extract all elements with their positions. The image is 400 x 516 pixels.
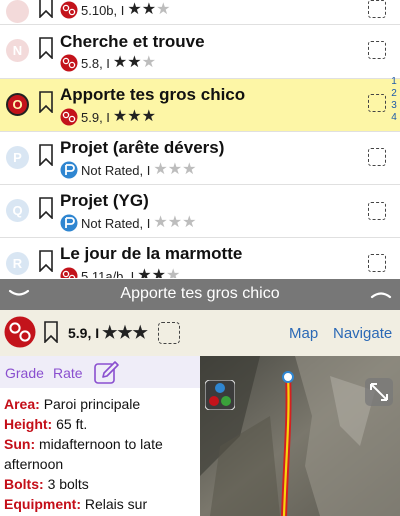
- bookmark-icon[interactable]: [38, 197, 54, 219]
- field-label: Bolts:: [4, 476, 44, 492]
- route-meta: 5.9, I ★ ★ ★: [60, 107, 156, 127]
- rating-stars: ★ ★ ★: [153, 161, 197, 178]
- route-name: Projet (YG): [60, 191, 149, 210]
- tab-grade[interactable]: Grade: [5, 365, 44, 381]
- route-grade: 5.9, I: [68, 325, 100, 341]
- bookmark-icon[interactable]: [38, 0, 54, 18]
- detail-title: Apporte tes gros chico: [120, 285, 280, 302]
- list-item-route[interactable]: 5.10b, I ★ ★ ★: [0, 0, 400, 25]
- map-link[interactable]: Map: [289, 325, 318, 342]
- route-list[interactable]: 5.10b, I ★ ★ ★ N Cherche et trouve 5.8, I …: [0, 0, 400, 278]
- route-letter-badge: R: [6, 252, 29, 275]
- route-topo-photo[interactable]: [200, 356, 400, 516]
- field-label: Height:: [4, 416, 53, 432]
- project-route-icon: [60, 161, 78, 179]
- list-item-route[interactable]: P Projet (arête dévers) Not Rated, I ★ ★ ★: [0, 132, 400, 185]
- bookmark-icon[interactable]: [38, 91, 54, 113]
- trad-route-icon: [60, 1, 78, 19]
- route-meta: 5.10b, I ★ ★ ★: [60, 0, 170, 20]
- select-checkbox[interactable]: [368, 94, 386, 112]
- route-letter-badge: [6, 0, 29, 23]
- route-grade: 5.11a/b, I: [81, 268, 135, 279]
- route-summary: 5.9, I ★ ★ ★ Map Navigate: [0, 310, 400, 356]
- index-item[interactable]: 4: [388, 112, 400, 124]
- trad-route-icon: [60, 108, 78, 126]
- tab-rate[interactable]: Rate: [53, 365, 83, 381]
- detail-header-bar[interactable]: Apporte tes gros chico: [0, 279, 400, 310]
- route-meta: 5.11a/b, I ★ ★ ★: [60, 266, 180, 278]
- section-index-bar[interactable]: 1 2 3 4: [388, 76, 400, 124]
- rating-stars: ★ ★ ★: [112, 54, 156, 71]
- chevron-up-icon[interactable]: [370, 288, 392, 300]
- bookmark-icon[interactable]: [38, 37, 54, 59]
- route-grade: 5.8, I: [81, 55, 110, 71]
- route-name: Cherche et trouve: [60, 32, 205, 51]
- field-value: Relais sur: [84, 496, 148, 512]
- select-checkbox[interactable]: [368, 148, 386, 166]
- edit-icon[interactable]: [93, 359, 121, 387]
- trad-route-icon: [4, 316, 36, 348]
- route-meta: 5.8, I ★ ★ ★: [60, 53, 156, 73]
- field-equipment: Equipment: Relais sur: [4, 494, 196, 514]
- field-value: 65 ft.: [56, 416, 88, 432]
- route-letter-badge: N: [6, 39, 29, 62]
- route-grade: Not Rated, I: [81, 162, 151, 178]
- action-tabs: Grade Rate: [0, 356, 200, 388]
- route-grade: Not Rated, I: [81, 215, 151, 231]
- field-bolts: Bolts: 3 bolts: [4, 474, 196, 494]
- field-label: Sun:: [4, 436, 36, 452]
- route-grade: 5.10b, I: [81, 2, 125, 18]
- route-letter-badge: Q: [6, 199, 29, 222]
- field-value: Paroi principale: [43, 396, 141, 412]
- list-item-route[interactable]: R Le jour de la marmotte 5.11a/b, I ★ ★ ★: [0, 238, 400, 278]
- select-checkbox[interactable]: [368, 254, 386, 272]
- route-letter-badge: O: [6, 93, 29, 116]
- field-area: Area: Paroi principale: [4, 394, 196, 414]
- select-checkbox[interactable]: [368, 41, 386, 59]
- rating-stars: ★ ★ ★: [137, 267, 181, 278]
- list-item-route[interactable]: Q Projet (YG) Not Rated, I ★ ★ ★: [0, 185, 400, 238]
- route-meta: Not Rated, I ★ ★ ★: [60, 213, 196, 233]
- route-name: Le jour de la marmotte: [60, 244, 243, 263]
- bookmark-icon[interactable]: [43, 321, 59, 343]
- route-meta: Not Rated, I ★ ★ ★: [60, 160, 196, 180]
- route-name: Projet (arête dévers): [60, 138, 225, 157]
- field-height: Height: 65 ft.: [4, 414, 196, 434]
- field-label: Area:: [4, 396, 40, 412]
- bookmark-icon[interactable]: [38, 144, 54, 166]
- select-checkbox[interactable]: [368, 0, 386, 18]
- rating-stars: ★ ★ ★: [127, 1, 171, 18]
- trad-route-icon: [60, 267, 78, 278]
- route-fields: Area: Paroi principale Height: 65 ft. Su…: [0, 388, 200, 516]
- project-route-icon: [60, 214, 78, 232]
- rating-stars: ★ ★ ★: [102, 323, 148, 342]
- route-grade-summary: 5.9, I ★ ★ ★: [68, 324, 148, 342]
- list-item-route[interactable]: N Cherche et trouve 5.8, I ★ ★ ★: [0, 26, 400, 79]
- route-info-panel: Grade Rate Area: Paroi principale Height…: [0, 356, 200, 516]
- route-grade: 5.9, I: [81, 109, 110, 125]
- select-checkbox[interactable]: [158, 322, 180, 344]
- rating-stars: ★ ★ ★: [153, 214, 197, 231]
- list-item-route-selected[interactable]: O Apporte tes gros chico 5.9, I ★ ★ ★: [0, 79, 400, 132]
- route-name: Apporte tes gros chico: [60, 85, 246, 104]
- bookmark-icon[interactable]: [38, 250, 54, 272]
- route-type-badge-icon: [205, 380, 235, 410]
- index-item[interactable]: 2: [388, 88, 400, 100]
- route-letter-badge: P: [6, 146, 29, 169]
- field-label: Equipment:: [4, 496, 81, 512]
- select-checkbox[interactable]: [368, 202, 386, 220]
- index-item[interactable]: 3: [388, 100, 400, 112]
- field-value: 3 bolts: [47, 476, 89, 492]
- rating-stars: ★ ★ ★: [112, 108, 156, 125]
- trad-route-icon: [60, 54, 78, 72]
- navigate-link[interactable]: Navigate: [333, 325, 392, 342]
- expand-arrows-icon[interactable]: [365, 378, 393, 406]
- field-sun: Sun: midafternoon to late afternoon: [4, 434, 196, 474]
- index-item[interactable]: 1: [388, 76, 400, 88]
